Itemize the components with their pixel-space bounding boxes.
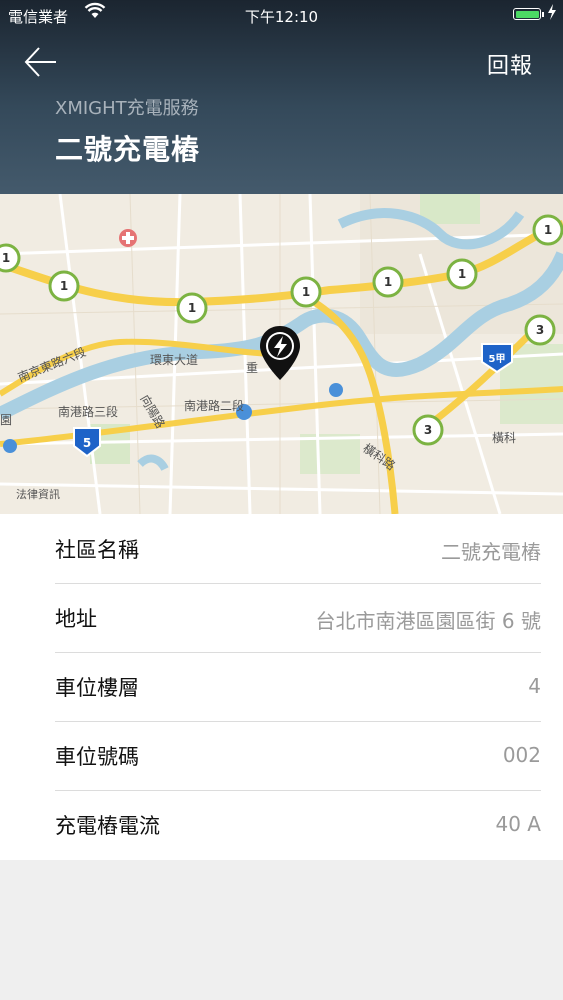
route-marker-2: 1 [48,270,80,302]
empty-footer-area [0,860,563,1000]
page-title: 二號充電樁 [55,133,201,166]
svg-text:1: 1 [458,267,466,281]
status-bar: 電信業者 下午12:10 [0,0,563,30]
detail-row-current: 充電樁電流 40 A [0,790,563,859]
map-label-road3: 南港路三段 [58,404,118,419]
svg-text:1: 1 [188,301,196,315]
map-label-edge1: 園 [0,413,12,427]
transit-icon [329,383,343,397]
route-marker-3: 1 [176,292,208,324]
detail-value: 4 [528,674,541,698]
svg-text:3: 3 [424,423,432,437]
svg-text:1: 1 [544,223,552,237]
map-label-road5: 南港路二段 [184,398,244,413]
detail-row-spot-number: 車位號碼 002 [0,721,563,790]
charging-bolt-icon [547,4,557,24]
svg-text:5: 5 [83,436,91,450]
route-marker-8: 3 [524,314,556,346]
detail-label: 車位樓層 [55,676,139,700]
arrow-left-icon [24,47,56,77]
svg-text:1: 1 [384,275,392,289]
clock: 下午12:10 [244,8,319,26]
detail-label: 充電樁電流 [55,814,160,838]
route-marker-1: 1 [0,243,21,273]
detail-label: 社區名稱 [55,538,139,562]
detail-value: 台北市南港區園區街 6 號 [315,609,541,633]
detail-value: 40 A [495,812,542,836]
back-button[interactable] [22,44,62,80]
map-view[interactable]: 南京東路六段 環東大道 南港路三段 向陽路 南港路二段 橫科路 橫科 法律資訊 … [0,194,563,514]
map-label-poi1: 法律資訊 [16,487,60,501]
detail-value: 二號充電樁 [441,540,541,564]
service-name: XMIGHT充電服務 [55,98,199,119]
svg-text:5甲: 5甲 [489,353,506,365]
route-marker-5: 1 [372,266,404,298]
header: 電信業者 下午12:10 回報 XMIGHT充電服務 二號充電樁 [0,0,563,194]
detail-value: 002 [502,743,541,767]
report-button[interactable]: 回報 [487,48,533,80]
svg-text:1: 1 [2,251,10,265]
detail-row-floor: 車位樓層 4 [0,652,563,721]
route-marker-9: 3 [412,414,444,446]
detail-row-address: 地址 台北市南港區園區街 6 號 [0,583,563,652]
battery-cap [542,12,544,17]
route-marker-4: 1 [290,276,322,308]
route-marker-6: 1 [446,258,478,290]
svg-text:3: 3 [536,323,544,337]
route-marker-7: 1 [532,214,563,246]
details-list: 社區名稱 二號充電樁 地址 台北市南港區園區街 6 號 車位樓層 4 車位號碼 … [0,514,563,860]
svg-text:1: 1 [60,279,68,293]
transit-icon-2 [3,439,17,453]
map-label-area1: 橫科 [492,431,516,445]
detail-row-community: 社區名稱 二號充電樁 [0,514,563,583]
detail-label: 車位號碼 [55,745,139,769]
map-label-road2: 環東大道 [150,353,198,367]
svg-text:1: 1 [302,285,310,299]
map-label-road7: 重 [246,361,258,375]
battery-icon [513,8,541,20]
detail-label: 地址 [55,607,97,631]
